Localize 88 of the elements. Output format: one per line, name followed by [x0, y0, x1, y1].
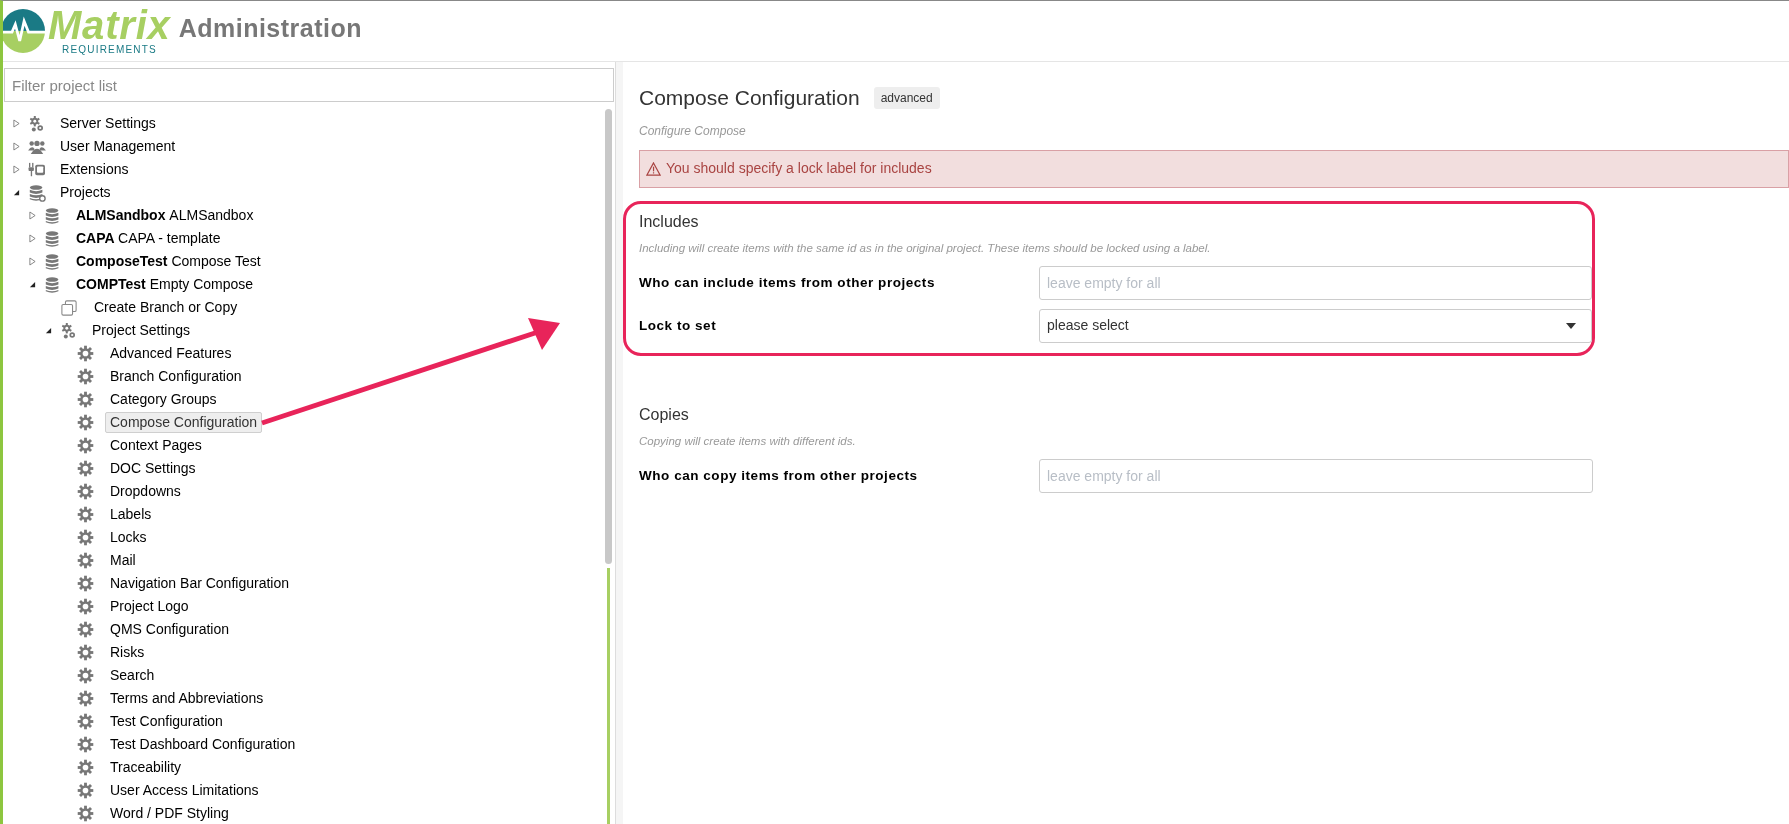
tree-item[interactable]: Advanced Features	[105, 343, 237, 364]
field-label: Lock to set	[639, 316, 718, 335]
gear-icon	[76, 460, 94, 477]
gears-icon	[61, 321, 77, 340]
collapse-icon[interactable]	[44, 327, 52, 334]
tree-item[interactable]: Project Logo	[105, 596, 194, 617]
gear-icon	[76, 437, 94, 454]
expand-icon[interactable]	[12, 142, 20, 151]
expand-icon[interactable]	[28, 257, 36, 266]
logo-tagline: REQUIREMENTS	[62, 44, 158, 56]
tree-item[interactable]: ComposeTest Compose Test	[71, 251, 266, 272]
expand-icon[interactable]	[28, 234, 36, 243]
plug-icon	[28, 161, 46, 178]
logo-wordmark: Matrix	[48, 6, 171, 44]
gear-icon	[76, 529, 94, 546]
logo-icon	[3, 9, 45, 53]
gear-icon	[76, 598, 94, 615]
collapse-icon[interactable]	[12, 189, 20, 196]
warning-icon	[646, 161, 661, 176]
gear-icon	[76, 736, 94, 753]
gear-icon	[76, 759, 94, 776]
tree-item[interactable]: Create Branch or Copy	[89, 297, 243, 318]
gears-icon	[29, 114, 45, 133]
tree-item[interactable]: Compose Configuration	[105, 412, 263, 433]
tree-item[interactable]: Locks	[105, 527, 152, 548]
tree-item[interactable]: Navigation Bar Configuration	[105, 573, 294, 594]
gear-icon	[76, 575, 94, 592]
expand-icon[interactable]	[28, 211, 36, 220]
section-description: Including will create items with the same id as in the original project. These items should be locked using a label.	[639, 240, 1212, 256]
gear-icon	[76, 483, 94, 500]
gear-icon	[76, 345, 94, 362]
tree-item[interactable]: Search	[105, 665, 160, 686]
gear-icon	[76, 368, 94, 385]
section-description: Copying will create items with different ids.	[639, 433, 857, 449]
tree-item[interactable]: QMS Configuration	[105, 619, 235, 640]
tree-item[interactable]: Test Dashboard Configuration	[105, 734, 301, 755]
section-title: Copies	[639, 404, 690, 425]
text-input[interactable]: leave empty for all	[1039, 265, 1592, 300]
tree-item[interactable]: Labels	[105, 504, 157, 525]
tree-item[interactable]: ALMSandbox ALMSandbox	[71, 205, 259, 226]
gear-icon	[76, 782, 94, 799]
field-label: Who can copy items from other projects	[639, 466, 919, 485]
advanced-badge: advanced	[873, 86, 940, 109]
gear-icon	[76, 713, 94, 730]
tree-item[interactable]: Category Groups	[105, 389, 222, 410]
copy-icon	[61, 299, 77, 316]
scrollbar-thumb[interactable]	[604, 109, 612, 564]
tree-item[interactable]: Context Pages	[105, 435, 207, 456]
tree-item[interactable]: Word / PDF Styling	[105, 803, 234, 824]
text-input[interactable]: leave empty for all	[1039, 459, 1593, 493]
database-gear-icon	[28, 183, 46, 202]
tree-item[interactable]: Traceability	[105, 757, 187, 778]
users-icon	[28, 138, 46, 155]
tree-item[interactable]: User Access Limitations	[105, 780, 264, 801]
gear-icon	[76, 552, 94, 569]
gear-icon	[76, 644, 94, 661]
page-title: Compose Configuration	[639, 85, 860, 111]
section-title: Includes	[639, 211, 700, 232]
tree-item[interactable]: Branch Configuration	[105, 366, 247, 387]
app-title: Administration	[178, 13, 363, 45]
warning-alert: You should specify a lock label for includes	[639, 149, 1789, 188]
field-label: Who can include items from other projects	[639, 273, 936, 292]
tree-item[interactable]: Risks	[105, 642, 150, 663]
tree-item[interactable]: CAPA CAPA - template	[71, 228, 226, 249]
gear-icon	[76, 414, 94, 431]
caret-icon	[1566, 322, 1576, 329]
tree-item[interactable]: Projects	[55, 182, 116, 203]
tree-item[interactable]: Server Settings	[55, 113, 161, 134]
tree-item[interactable]: Mail	[105, 550, 141, 571]
gear-icon	[76, 621, 94, 638]
gear-icon	[76, 506, 94, 523]
collapse-icon[interactable]	[28, 281, 36, 288]
tree-item[interactable]: Project Settings	[87, 320, 196, 341]
tree-item[interactable]: Terms and Abbreviations	[105, 688, 269, 709]
tree-item[interactable]: Extensions	[55, 159, 134, 180]
tree-item[interactable]: COMPTest Empty Compose	[71, 274, 259, 295]
select-dropdown[interactable]: please select	[1039, 308, 1592, 343]
gear-icon	[76, 391, 94, 408]
gear-icon	[76, 690, 94, 707]
expand-icon[interactable]	[12, 119, 20, 128]
gear-icon	[76, 667, 94, 684]
filter-input[interactable]: Filter project list	[4, 68, 614, 102]
tree-item[interactable]: User Management	[55, 136, 181, 157]
tree-item[interactable]: Dropdowns	[105, 481, 186, 502]
tree-item[interactable]: DOC Settings	[105, 458, 201, 479]
tree-item[interactable]: Test Configuration	[105, 711, 228, 732]
expand-icon[interactable]	[12, 165, 20, 174]
page-subtitle: Configure Compose	[639, 122, 747, 140]
